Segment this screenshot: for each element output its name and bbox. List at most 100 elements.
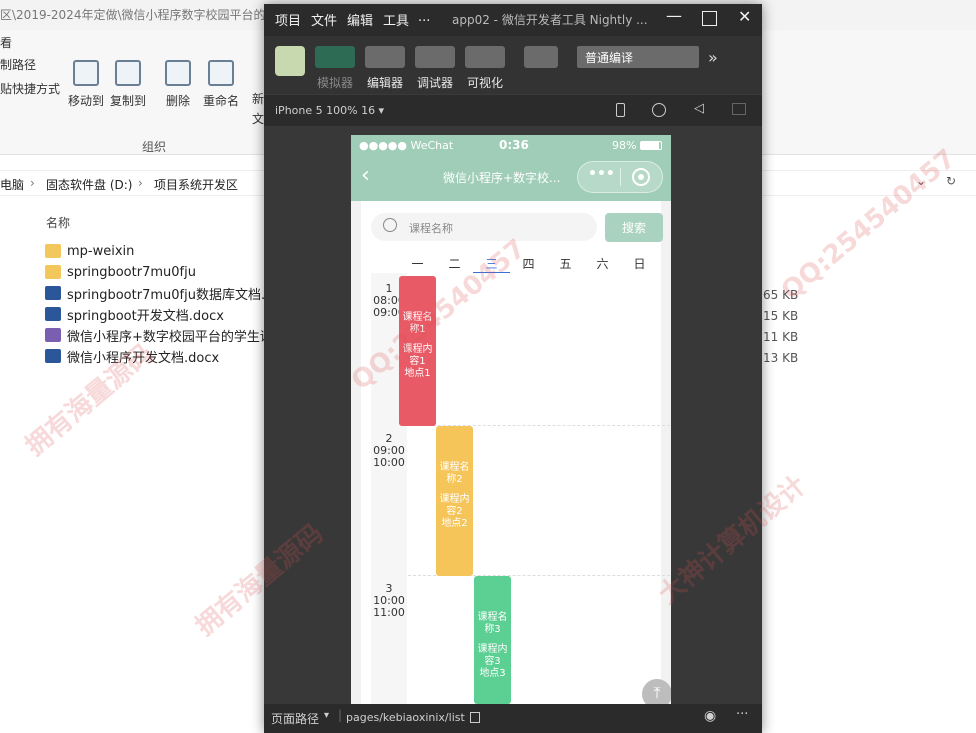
course-block[interactable]: 课程名称1 课程内容1 地点1: [399, 276, 436, 426]
search-placeholder: 课程名称: [409, 222, 453, 235]
battery-icon: [640, 141, 662, 150]
nav-pane-edge: [0, 205, 10, 475]
file-row[interactable]: 微信小程序开发文档.docx: [45, 346, 219, 366]
file-row[interactable]: mp-weixin: [45, 241, 134, 261]
weekday-header: 四: [522, 257, 535, 271]
maximize-icon[interactable]: [702, 11, 717, 26]
move-to-button[interactable]: 移动到: [66, 60, 106, 109]
schedule-card: 课程名称 搜索 一 二 三 四 五 六 日 1 08:00 09:00 2 09:: [361, 201, 671, 704]
devtools-toolbar: 模拟器 编辑器 调试器 可视化 普通编译 »: [264, 36, 762, 94]
avatar[interactable]: [275, 46, 305, 76]
close-icon[interactable]: ✕: [738, 7, 751, 26]
back-to-top-button[interactable]: ⤒: [642, 679, 671, 704]
copy-icon[interactable]: [470, 712, 480, 723]
weekday-header: 五: [559, 257, 572, 271]
folder-icon: [45, 244, 61, 258]
copy-to-icon: [115, 60, 141, 86]
arrow-up-icon: ⤒: [653, 683, 661, 702]
page-path-label[interactable]: 页面路径: [271, 710, 319, 727]
more-icon[interactable]: ···: [736, 707, 748, 722]
editor-button[interactable]: [365, 46, 405, 68]
file-row[interactable]: springboot开发文档.docx: [45, 304, 224, 324]
move-to-icon: [73, 60, 99, 86]
file-size: 11 KB: [763, 330, 799, 344]
word-doc-icon: [45, 286, 61, 300]
search-input[interactable]: 课程名称: [371, 213, 597, 241]
explorer-title: 区\2019-2024年定做\微信小程序数字校园平台的学: [0, 8, 278, 22]
delete-button[interactable]: 删除: [160, 60, 196, 109]
file-size: 65 KB: [763, 288, 799, 302]
file-row[interactable]: springbootr7mu0fju数据库文档.docx: [45, 283, 296, 303]
page-content: 课程名称 搜索 一 二 三 四 五 六 日 1 08:00 09:00 2 09:: [351, 201, 671, 704]
window-title: app02 - 微信开发者工具 Nightly ...: [452, 13, 648, 27]
file-row[interactable]: 微信小程序+数字校园平台的学生课程: [45, 325, 286, 345]
weekday-header: 一: [411, 257, 424, 271]
chevron-down-icon[interactable]: ▾: [324, 710, 329, 721]
menu-tools[interactable]: 工具: [383, 10, 409, 29]
device-select[interactable]: iPhone 5 100% 16 ▾: [275, 104, 384, 117]
devtools-status-bar: 页面路径 ▾ | pages/kebiaoxinix/list ◉ ···: [264, 704, 762, 733]
simulator-label: 模拟器: [316, 76, 353, 90]
mode-dropdown[interactable]: [524, 46, 558, 68]
trash-icon: [165, 60, 191, 86]
ribbon-tab-view[interactable]: 看: [0, 34, 12, 51]
search-button[interactable]: 搜索: [605, 213, 663, 242]
simulator-button[interactable]: [315, 46, 355, 68]
phone-screen: ●●●●● WeChat 0:36 98% ‹ 微信小程序+数字校... •••: [351, 135, 671, 704]
column-header-name[interactable]: 名称: [46, 214, 70, 231]
menu-file[interactable]: 文件: [311, 10, 337, 29]
breadcrumb-drive[interactable]: 固态软件盘 (D:): [46, 176, 132, 193]
eye-icon[interactable]: ◉: [704, 708, 716, 724]
battery-text: 98%: [612, 139, 637, 152]
device-bar: iPhone 5 100% 16 ▾ ◁: [264, 94, 762, 126]
rename-icon: [208, 60, 234, 86]
devtools-menubar: 项目 文件 编辑 工具 ... app02 - 微信开发者工具 Nightly …: [264, 4, 762, 36]
breadcrumb-pc[interactable]: 电脑: [0, 176, 24, 193]
chevron-down-icon[interactable]: ⌄: [916, 174, 926, 188]
visual-label: 可视化: [466, 76, 503, 90]
archive-icon: [45, 328, 61, 342]
weekday-header: 二: [448, 257, 461, 271]
menu-capsule: •••: [577, 161, 663, 193]
folder-icon: [45, 265, 61, 279]
copy-to-button[interactable]: 复制到: [108, 60, 148, 109]
weekday-header-today: 三: [473, 255, 510, 273]
minimize-icon[interactable]: —: [666, 6, 682, 25]
new-button[interactable]: 新: [252, 90, 264, 107]
volume-icon[interactable]: ◁: [694, 101, 704, 116]
breadcrumb-folder[interactable]: 项目系统开发区: [154, 176, 238, 193]
paste-shortcut-button[interactable]: 贴快捷方式: [0, 80, 60, 97]
close-miniapp-icon[interactable]: [632, 168, 650, 186]
copy-path-button[interactable]: 制路径: [0, 56, 36, 73]
double-chevron-right-icon[interactable]: »: [708, 48, 718, 67]
record-icon[interactable]: [652, 103, 666, 117]
file-row[interactable]: springbootr7mu0fju: [45, 262, 196, 282]
phone-nav-bar: ‹ 微信小程序+数字校... •••: [351, 155, 671, 201]
course-block[interactable]: 课程名称2 课程内容2 地点2: [436, 426, 473, 576]
file-size: 15 KB: [763, 309, 799, 323]
weekday-header: 日: [633, 257, 646, 271]
window-icon[interactable]: [732, 103, 746, 115]
rename-button[interactable]: 重命名: [200, 60, 242, 109]
compile-mode-select[interactable]: 普通编译: [577, 46, 699, 68]
menu-more[interactable]: ...: [418, 10, 430, 25]
refresh-icon[interactable]: ↻: [946, 174, 956, 188]
debugger-label: 调试器: [416, 76, 453, 90]
weekday-header: 六: [596, 257, 609, 271]
menu-project[interactable]: 项目: [275, 10, 301, 29]
ribbon-group-label: 组织: [142, 140, 167, 154]
visual-button[interactable]: [465, 46, 505, 68]
debugger-button[interactable]: [415, 46, 455, 68]
course-block[interactable]: 课程名称3 课程内容3 地点3: [474, 576, 511, 704]
menu-edit[interactable]: 编辑: [347, 10, 373, 29]
new-doc-button[interactable]: 文: [252, 110, 264, 127]
editor-label: 编辑器: [366, 76, 403, 90]
wechat-devtools-window: 项目 文件 编辑 工具 ... app02 - 微信开发者工具 Nightly …: [264, 4, 762, 733]
search-icon: [383, 218, 397, 232]
page-path: pages/kebiaoxinix/list: [346, 711, 465, 724]
phone-icon[interactable]: [616, 103, 625, 117]
more-dots-icon[interactable]: •••: [588, 166, 615, 182]
nav-title: 微信小程序+数字校...: [443, 171, 561, 185]
back-arrow-icon[interactable]: ‹: [361, 163, 370, 188]
simulator-area: ●●●●● WeChat 0:36 98% ‹ 微信小程序+数字校... •••: [264, 126, 762, 704]
